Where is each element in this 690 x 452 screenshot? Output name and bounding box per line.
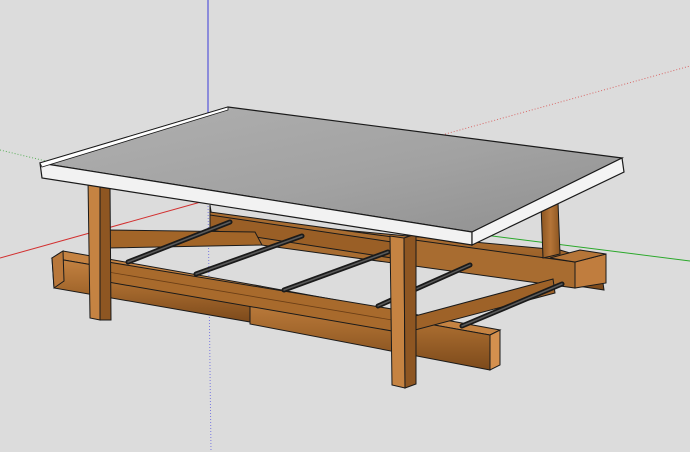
3d-viewport[interactable] <box>0 0 690 452</box>
front-left-leg <box>87 179 112 321</box>
rod <box>283 251 389 291</box>
table-top[interactable] <box>39 106 625 246</box>
right-side-rail <box>414 278 556 331</box>
front-right-leg <box>389 233 417 389</box>
model-scene[interactable] <box>0 0 690 452</box>
